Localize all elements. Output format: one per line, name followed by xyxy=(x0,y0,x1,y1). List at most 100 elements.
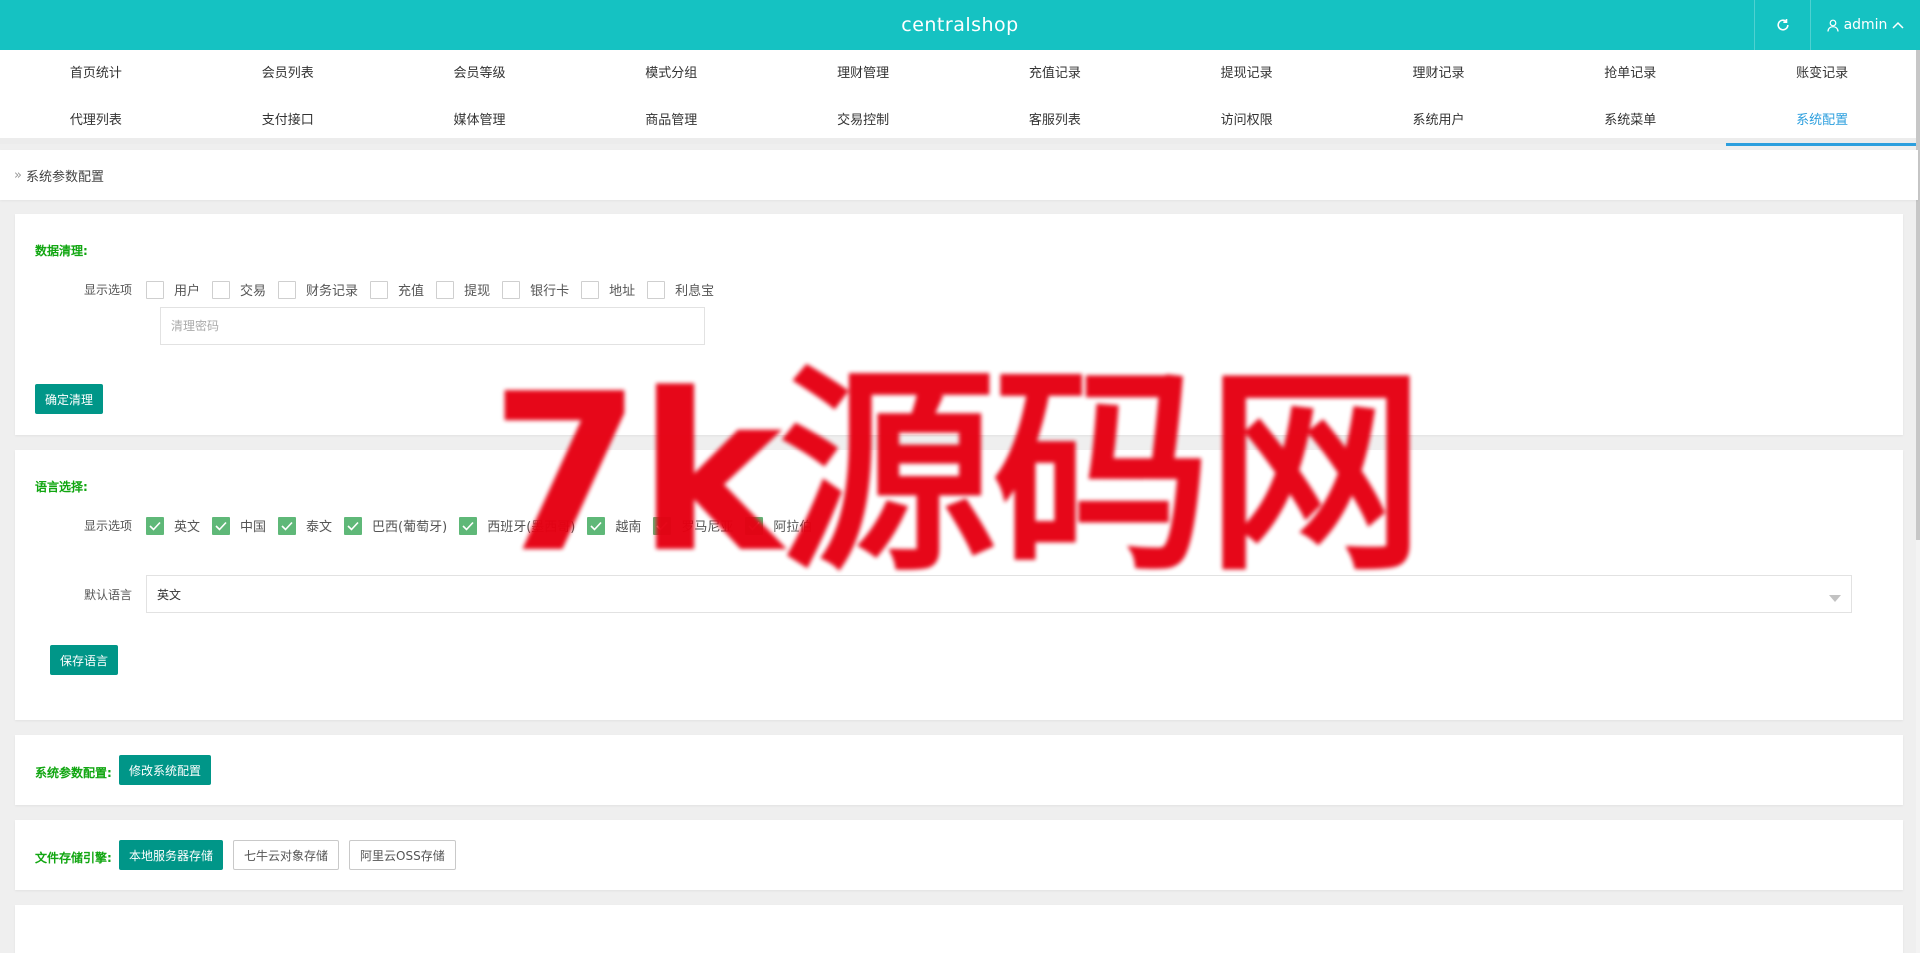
checkbox-box[interactable] xyxy=(212,280,231,299)
system-config-card: 系统参数配置: 修改系统配置 xyxy=(15,735,1903,805)
checkbox-trade[interactable]: 交易 xyxy=(212,280,266,299)
nav-item-mode-group[interactable]: 模式分组 xyxy=(575,50,767,97)
checkbox-box[interactable] xyxy=(459,516,478,535)
top-bar: centralshop admin xyxy=(0,0,1920,50)
nav-item-withdraw-records[interactable]: 提现记录 xyxy=(1151,50,1343,97)
checkbox-label: 提现 xyxy=(464,284,491,299)
checkbox-recharge[interactable]: 充值 xyxy=(370,280,424,299)
clean-password-input[interactable] xyxy=(160,307,705,345)
nav-item-agent-list[interactable]: 代理列表 xyxy=(0,97,192,144)
storage-aliyun-oss-button[interactable]: 阿里云OSS存储 xyxy=(349,840,456,870)
checkbox-lang-romanian[interactable]: 罗马尼亚 xyxy=(653,516,733,535)
main-nav: 首页统计 会员列表 会员等级 模式分组 理财管理 充值记录 提现记录 理财记录 … xyxy=(0,50,1918,146)
checkbox-label: 西班牙(墨西哥) xyxy=(487,520,576,535)
checkbox-box[interactable] xyxy=(344,516,363,535)
breadcrumb-current: 系统参数配置 xyxy=(25,169,104,185)
nav-item-trade-control[interactable]: 交易控制 xyxy=(767,97,959,144)
checkbox-label: 财务记录 xyxy=(306,284,359,299)
check-icon xyxy=(347,521,359,531)
checkbox-finance-records[interactable]: 财务记录 xyxy=(278,280,358,299)
checkbox-box[interactable] xyxy=(587,516,606,535)
checkbox-box[interactable] xyxy=(278,516,297,535)
page: centralshop admin 首页统计 会员列表 会员等级 模式分组 理财… xyxy=(0,0,1920,953)
check-icon xyxy=(462,521,474,531)
checkbox-label: 充值 xyxy=(398,284,425,299)
storage-local-button[interactable]: 本地服务器存储 xyxy=(119,840,224,870)
checkbox-lang-vietnamese[interactable]: 越南 xyxy=(587,516,641,535)
checkbox-lang-thai[interactable]: 泰文 xyxy=(278,516,332,535)
checkbox-lang-spanish-mexico[interactable]: 西班牙(墨西哥) xyxy=(459,516,575,535)
nav-item-finance-manage[interactable]: 理财管理 xyxy=(767,50,959,97)
user-name: admin xyxy=(1843,17,1888,33)
nav-item-media-manage[interactable]: 媒体管理 xyxy=(384,97,576,144)
edit-system-config-button[interactable]: 修改系统配置 xyxy=(119,755,212,785)
checkbox-box[interactable] xyxy=(212,516,231,535)
checkbox-box[interactable] xyxy=(647,280,666,299)
checkbox-box[interactable] xyxy=(653,516,672,535)
nav-item-recharge-records[interactable]: 充值记录 xyxy=(959,50,1151,97)
language-options-label: 显示选项 xyxy=(83,519,132,533)
checkbox-lang-portuguese-brazil[interactable]: 巴西(葡萄牙) xyxy=(344,516,447,535)
checkbox-box[interactable] xyxy=(370,280,389,299)
checkbox-lang-arabic[interactable]: 阿拉伯 xyxy=(745,516,812,535)
language-card: 语言选择: 显示选项 英文 中国 泰文 巴西(葡萄牙) 西班牙(墨西哥) 越南 … xyxy=(15,450,1903,720)
nav-item-member-list[interactable]: 会员列表 xyxy=(192,50,384,97)
checkbox-label: 利息宝 xyxy=(675,284,715,299)
top-actions: admin xyxy=(1754,0,1920,50)
nav-item-home-stats[interactable]: 首页统计 xyxy=(0,50,192,97)
data-clean-checkbox-group: 用户 交易 财务记录 充值 提现 银行卡 地址 利息宝 xyxy=(146,280,726,299)
user-menu-button[interactable]: admin xyxy=(1810,0,1920,50)
checkbox-bank-card[interactable]: 银行卡 xyxy=(502,280,569,299)
default-language-select[interactable]: 英文 xyxy=(146,575,1852,613)
data-clean-options-label: 显示选项 xyxy=(83,283,132,297)
data-clean-card: 数据清理: 显示选项 用户 交易 财务记录 充值 提现 银行卡 地址 利息宝 确… xyxy=(15,214,1903,435)
storage-qiniu-button[interactable]: 七牛云对象存储 xyxy=(233,840,340,870)
checkbox-box[interactable] xyxy=(745,516,764,535)
nav-item-system-config[interactable]: 系统配置 xyxy=(1726,97,1918,146)
user-icon xyxy=(1826,19,1839,32)
nav-row-1: 首页统计 会员列表 会员等级 模式分组 理财管理 充值记录 提现记录 理财记录 … xyxy=(0,50,1918,97)
default-language-row: 默认语言 英文 xyxy=(15,575,1852,613)
save-language-button[interactable]: 保存语言 xyxy=(50,645,119,675)
double-chevron-right-icon: » xyxy=(14,167,22,183)
app-title: centralshop xyxy=(901,14,1019,36)
checkbox-user[interactable]: 用户 xyxy=(146,280,200,299)
nav-item-grab-records[interactable]: 抢单记录 xyxy=(1534,50,1726,97)
scrollbar-thumb[interactable] xyxy=(1916,50,1920,540)
check-icon xyxy=(656,521,668,531)
nav-item-member-level[interactable]: 会员等级 xyxy=(384,50,576,97)
confirm-clean-button[interactable]: 确定清理 xyxy=(35,384,104,414)
checkbox-label: 越南 xyxy=(615,520,642,535)
check-icon xyxy=(748,521,760,531)
checkbox-label: 阿拉伯 xyxy=(773,520,813,535)
checkbox-label: 巴西(葡萄牙) xyxy=(372,520,448,535)
storage-title: 文件存储引擎: xyxy=(35,851,112,865)
checkbox-withdraw[interactable]: 提现 xyxy=(436,280,490,299)
nav-item-system-menu[interactable]: 系统菜单 xyxy=(1534,97,1726,144)
nav-item-access-rights[interactable]: 访问权限 xyxy=(1151,97,1343,144)
checkbox-interest[interactable]: 利息宝 xyxy=(647,280,714,299)
nav-item-finance-records[interactable]: 理财记录 xyxy=(1343,50,1535,97)
nav-item-balance-change[interactable]: 账变记录 xyxy=(1726,50,1918,97)
check-icon xyxy=(149,521,161,531)
chevron-up-icon xyxy=(1892,21,1904,29)
checkbox-box[interactable] xyxy=(436,280,455,299)
refresh-button[interactable] xyxy=(1754,0,1810,50)
checkbox-label: 交易 xyxy=(240,284,267,299)
checkbox-box[interactable] xyxy=(502,280,521,299)
checkbox-box[interactable] xyxy=(581,280,600,299)
checkbox-label: 泰文 xyxy=(306,520,333,535)
checkbox-box[interactable] xyxy=(146,516,164,535)
data-clean-options-row: 显示选项 用户 交易 财务记录 充值 提现 银行卡 地址 利息宝 xyxy=(15,280,726,299)
storage-card: 文件存储引擎: 本地服务器存储 七牛云对象存储 阿里云OSS存储 xyxy=(15,820,1903,890)
nav-item-product-manage[interactable]: 商品管理 xyxy=(575,97,767,144)
checkbox-address[interactable]: 地址 xyxy=(581,280,635,299)
nav-item-system-users[interactable]: 系统用户 xyxy=(1343,97,1535,144)
nav-item-service-list[interactable]: 客服列表 xyxy=(959,97,1151,144)
caret-down-icon xyxy=(1829,591,1841,605)
checkbox-lang-english[interactable]: 英文 xyxy=(146,516,200,535)
checkbox-lang-chinese[interactable]: 中国 xyxy=(212,516,266,535)
checkbox-box[interactable] xyxy=(278,280,297,299)
nav-item-payment-api[interactable]: 支付接口 xyxy=(192,97,384,144)
checkbox-box[interactable] xyxy=(146,280,164,299)
